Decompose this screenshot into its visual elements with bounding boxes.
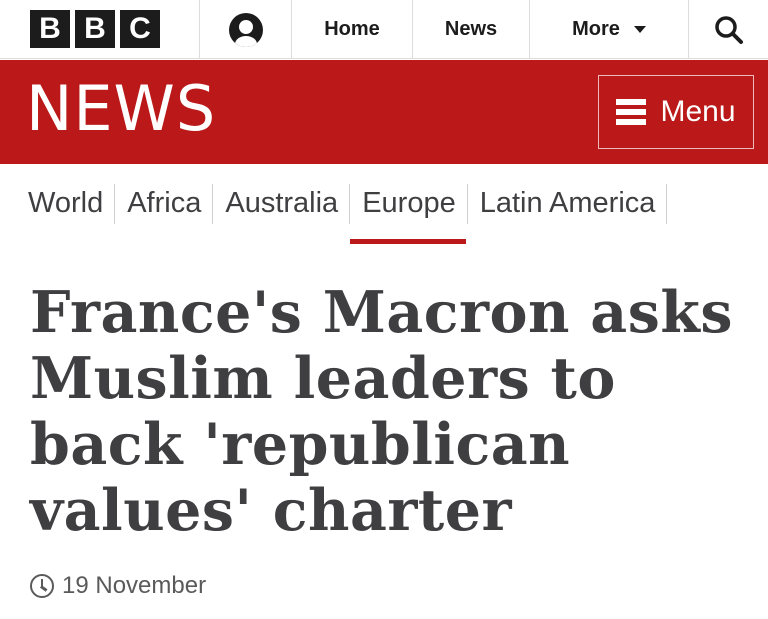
section-item-latin-america[interactable]: Latin America — [468, 164, 668, 244]
hamburger-icon — [616, 99, 647, 125]
bbc-logo-block: C — [120, 10, 160, 48]
section-item-australia[interactable]: Australia — [213, 164, 351, 244]
nav-home-link[interactable]: Home — [291, 0, 412, 59]
section-item-label: Australia — [225, 187, 339, 219]
article-date: 19 November — [62, 572, 207, 599]
menu-button[interactable]: Menu — [598, 75, 754, 149]
section-item-africa[interactable]: Africa — [115, 164, 214, 244]
search-icon — [714, 15, 743, 44]
nav-more-label: More — [572, 18, 620, 40]
section-item-label: Europe — [362, 187, 456, 219]
section-item-world[interactable]: World — [16, 164, 116, 244]
article-headline: France's Macron asks Muslim leaders to b… — [30, 279, 733, 544]
bbc-logo[interactable]: B B C — [0, 0, 199, 58]
clock-icon — [30, 574, 54, 598]
bbc-logo-block: B — [75, 10, 115, 48]
active-section-indicator — [350, 239, 466, 244]
section-item-label: World — [28, 187, 104, 219]
account-button[interactable] — [199, 0, 291, 59]
menu-label: Menu — [660, 95, 736, 128]
nav-more-button[interactable]: More — [529, 0, 688, 59]
news-wordmark[interactable]: NEWS — [26, 78, 216, 140]
chevron-down-icon — [633, 26, 646, 33]
section-nav: World Africa Australia Europe Latin Amer… — [0, 164, 768, 246]
bbc-logo-block: B — [30, 10, 70, 48]
news-banner: NEWS Menu — [0, 60, 768, 164]
account-icon — [228, 12, 263, 47]
section-item-label: Latin America — [479, 187, 656, 219]
section-item-europe[interactable]: Europe — [350, 164, 468, 244]
masthead: B B C Home News More — [0, 0, 768, 59]
nav-news-link[interactable]: News — [412, 0, 529, 59]
search-button[interactable] — [688, 0, 768, 59]
section-item-label: Africa — [127, 187, 202, 219]
article-dateline: 19 November — [30, 572, 206, 600]
